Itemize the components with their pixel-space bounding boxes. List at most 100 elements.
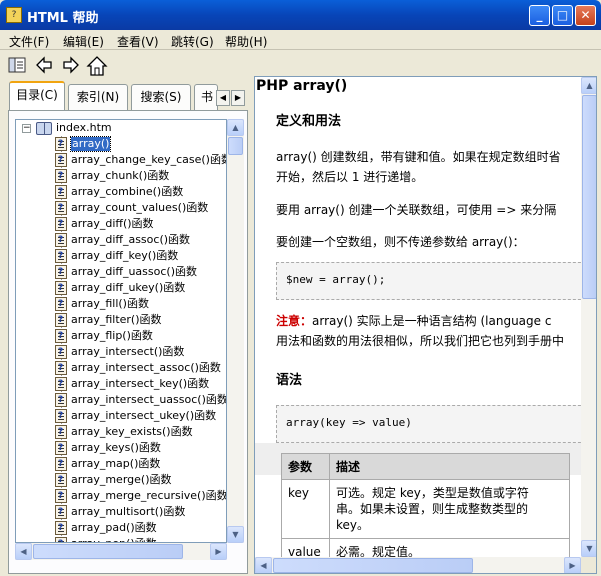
- tree-item[interactable]: ? array_diff()函数: [52, 216, 226, 232]
- tab-contents[interactable]: 目录(C): [9, 81, 65, 111]
- title-bar[interactable]: ? HTML 帮助 _ □ ✕: [0, 0, 601, 30]
- collapse-icon[interactable]: −: [22, 124, 31, 133]
- tree-item[interactable]: ? array_intersect_key()函数: [52, 376, 226, 392]
- tab-index[interactable]: 索引(N): [68, 84, 128, 110]
- tab-favorites[interactable]: 书: [194, 84, 218, 110]
- close-button[interactable]: ✕: [575, 5, 596, 26]
- help-page-icon: ?: [53, 377, 69, 391]
- scroll-up-icon[interactable]: ▲: [227, 119, 244, 136]
- tree-item-label: array_filter()函数: [71, 313, 162, 326]
- menu-go[interactable]: 跳转(G): [171, 33, 214, 50]
- tree-item[interactable]: ? array_count_values()函数: [52, 200, 226, 216]
- tree-item[interactable]: ? array(): [52, 136, 226, 152]
- tree-item[interactable]: ? array_pad()函数: [52, 520, 226, 536]
- scroll-left-icon[interactable]: ◀: [255, 557, 272, 573]
- help-page-icon: ?: [53, 185, 69, 199]
- tree-item[interactable]: ? array_map()函数: [52, 456, 226, 472]
- help-page-icon: ?: [53, 201, 69, 215]
- code-example-syntax: array(key => value): [276, 405, 581, 443]
- tree-item[interactable]: ? array_chunk()函数: [52, 168, 226, 184]
- tree-item[interactable]: ? array_diff_key()函数: [52, 248, 226, 264]
- tree-item[interactable]: ? array_intersect_ukey()函数: [52, 408, 226, 424]
- tree-item[interactable]: ? array_fill()函数: [52, 296, 226, 312]
- note-text: array() 实际上是一种语言结构 (language c: [312, 314, 552, 328]
- table-header-row: 参数 描述: [281, 453, 570, 480]
- help-page-icon: ?: [53, 329, 69, 343]
- tree-item-label: array_multisort()函数: [71, 505, 186, 518]
- help-page-icon: ?: [53, 457, 69, 471]
- tree-item[interactable]: ? array_intersect_uassoc()函数: [52, 392, 227, 408]
- tree-item[interactable]: ? array_diff_assoc()函数: [52, 232, 226, 248]
- menu-view[interactable]: 查看(V): [117, 33, 159, 50]
- menu-bar: 文件(F) 编辑(E) 查看(V) 跳转(G) 帮助(H): [0, 30, 601, 50]
- tree-item[interactable]: ? array_diff_uassoc()函数: [52, 264, 226, 280]
- section-heading-syntax: 语法: [276, 373, 303, 388]
- tree-item-label: array_diff()函数: [71, 217, 154, 230]
- tab-search[interactable]: 搜索(S): [131, 84, 191, 110]
- tree-item[interactable]: ? array_flip()函数: [52, 328, 226, 344]
- menu-help[interactable]: 帮助(H): [225, 33, 267, 50]
- topic-vertical-scrollbar[interactable]: ▲ ▼: [581, 77, 596, 557]
- column-header-description: 描述: [329, 453, 570, 480]
- tree-item[interactable]: ?array_pop()函数: [52, 536, 226, 542]
- scroll-down-icon[interactable]: ▼: [581, 540, 596, 557]
- back-arrow-icon[interactable]: [34, 55, 54, 75]
- tree-root-label: index.htm: [56, 121, 112, 134]
- scroll-left-icon[interactable]: ◀: [15, 543, 32, 560]
- tree-item[interactable]: ? array_merge_recursive()函数: [52, 488, 226, 504]
- description-line: 串。如果未设置，则生成整数类型的: [336, 502, 529, 516]
- scroll-right-icon[interactable]: ▶: [210, 543, 227, 560]
- topic-vscroll-thumb[interactable]: [582, 95, 596, 299]
- contents-tree[interactable]: − index.htm ? array()? array_change_key_ca…: [15, 119, 227, 543]
- tree-item[interactable]: ? array_key_exists()函数: [52, 424, 226, 440]
- help-page-icon: ?: [53, 233, 69, 247]
- topic-pane: PHP array() 定义和用法 array() 创建数组，带有键和值。如果在…: [254, 76, 597, 574]
- tree-item[interactable]: ? array_combine()函数: [52, 184, 226, 200]
- tree-item[interactable]: ? array_intersect()函数: [52, 344, 226, 360]
- tree-item[interactable]: ? array_merge()函数: [52, 472, 226, 488]
- tree-item[interactable]: ? array_multisort()函数: [52, 504, 226, 520]
- column-header-param: 参数: [281, 453, 330, 480]
- scroll-up-icon[interactable]: ▲: [581, 77, 596, 94]
- scrollbar-corner: [581, 557, 596, 573]
- minimize-button[interactable]: _: [529, 5, 550, 26]
- tab-scroll-left-icon[interactable]: ◀: [216, 90, 230, 106]
- menu-edit[interactable]: 编辑(E): [63, 33, 104, 50]
- tree-root[interactable]: − index.htm: [16, 120, 226, 136]
- tree-item[interactable]: ? array_change_key_case()函数: [52, 152, 226, 168]
- window-title: HTML 帮助: [27, 11, 99, 26]
- table-row: key 可选。规定 key，类型是数值或字符 串。如果未设置，则生成整数类型的 …: [281, 479, 570, 539]
- section-heading-definition: 定义和用法: [276, 114, 342, 129]
- tree-item[interactable]: ? array_diff_ukey()函数: [52, 280, 226, 296]
- associative-text: 要用 array() 创建一个关联数组，可使用 => 来分隔: [276, 203, 557, 217]
- tree-item[interactable]: ? array_keys()函数: [52, 440, 226, 456]
- home-icon[interactable]: [86, 55, 108, 76]
- definition-text-line1: array() 创建数组，带有键和值。如果在规定数组时省: [276, 150, 561, 164]
- topic-content: PHP array() 定义和用法 array() 创建数组，带有键和值。如果在…: [255, 77, 581, 557]
- tab-scroll-right-icon[interactable]: ▶: [231, 90, 245, 106]
- maximize-button[interactable]: □: [552, 5, 573, 26]
- tree-hscroll-thumb[interactable]: [33, 544, 183, 559]
- tree-vscroll-thumb[interactable]: [228, 137, 243, 155]
- hide-pane-icon[interactable]: [7, 55, 27, 75]
- topic-title: PHP array(): [256, 78, 348, 94]
- forward-arrow-icon[interactable]: [61, 55, 81, 75]
- tree-item-label: array_intersect_uassoc()函数: [71, 393, 227, 406]
- menu-file[interactable]: 文件(F): [9, 33, 49, 50]
- tree-horizontal-scrollbar[interactable]: ◀ ▶: [15, 543, 227, 560]
- help-page-icon: ?: [53, 393, 69, 407]
- navigation-pane: 目录(C) 索引(N) 搜索(S) 书 ◀ ▶ − index.htm ? arr…: [4, 80, 248, 574]
- tree-vertical-scrollbar[interactable]: ▲ ▼: [227, 119, 244, 543]
- tree-item-label: array_chunk()函数: [71, 169, 170, 182]
- tree-item-label: array_intersect_assoc()函数: [71, 361, 221, 374]
- topic-horizontal-scrollbar[interactable]: ◀ ▶: [255, 557, 581, 573]
- tree-item[interactable]: ? array_filter()函数: [52, 312, 226, 328]
- tree-item[interactable]: ? array_intersect_assoc()函数: [52, 360, 226, 376]
- tree-item-label: array(): [69, 136, 112, 152]
- scroll-right-icon[interactable]: ▶: [564, 557, 581, 573]
- tree-item-label: array_intersect_key()函数: [71, 377, 210, 390]
- help-page-icon: ?: [53, 313, 69, 327]
- topic-hscroll-thumb[interactable]: [273, 558, 473, 573]
- scroll-down-icon[interactable]: ▼: [227, 526, 244, 543]
- open-book-icon: [36, 122, 52, 135]
